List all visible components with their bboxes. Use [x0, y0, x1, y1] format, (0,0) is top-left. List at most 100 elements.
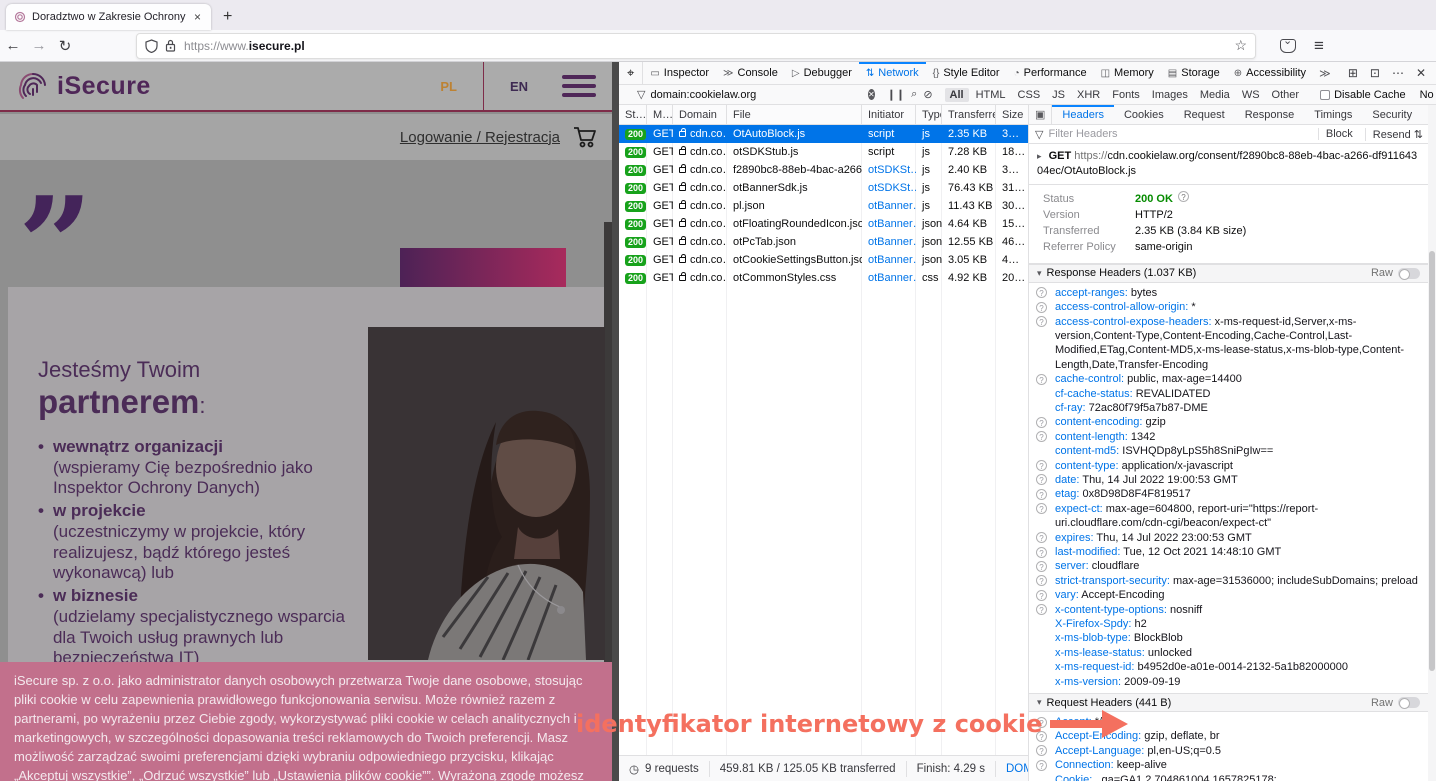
type-filter-pill[interactable]: CSS	[1013, 88, 1046, 102]
header-row[interactable]: ? x-content-type-options: nosniff	[1029, 603, 1428, 617]
request-row[interactable]: 200 GET cdn.co… otSDKStub.js script js 7…	[619, 143, 1028, 161]
header-row[interactable]: ? content-length: 1342	[1029, 430, 1428, 444]
request-row[interactable]: 200 GET cdn.co… otCommonStyles.css otBan…	[619, 269, 1028, 287]
details-tab[interactable]: Timings	[1304, 105, 1362, 124]
header-row[interactable]: ? x-ms-request-id: b4952d0e-a01e-0014-21…	[1029, 660, 1428, 674]
help-icon[interactable]: ?	[1036, 417, 1047, 428]
col-initiator[interactable]: Initiator	[862, 105, 916, 124]
request-row[interactable]: 200 GET cdn.co… OtAutoBlock.js script js…	[619, 125, 1028, 143]
header-row[interactable]: ? access-control-expose-headers: x-ms-re…	[1029, 315, 1428, 373]
raw-toggle[interactable]	[1398, 697, 1420, 708]
help-icon[interactable]: ?	[1036, 431, 1047, 442]
help-icon[interactable]: ?	[1036, 575, 1047, 586]
header-row[interactable]: ? date: Thu, 14 Jul 2022 19:00:53 GMT	[1029, 473, 1428, 487]
header-row[interactable]: ? accept-ranges: bytes	[1029, 286, 1428, 300]
header-row[interactable]: ? x-ms-blob-type: BlockBlob	[1029, 631, 1428, 645]
help-icon[interactable]: ?	[1036, 302, 1047, 313]
header-row[interactable]: ? cf-ray: 72ac80f79f5a7b87-DME	[1029, 401, 1428, 415]
pocket-icon[interactable]	[1280, 39, 1296, 53]
help-icon[interactable]: ?	[1036, 561, 1047, 572]
details-tab[interactable]: Response	[1235, 105, 1305, 124]
back-icon[interactable]: ←	[0, 37, 26, 54]
request-url-line[interactable]: ▸ GET https://cdn.cookielaw.org/consent/…	[1029, 144, 1428, 185]
help-icon[interactable]: ?	[1036, 590, 1047, 601]
search-icon[interactable]: ⌕	[911, 88, 917, 101]
devtools-tab[interactable]: {} Style Editor	[926, 62, 1007, 84]
throttling-select[interactable]: No Throttling ⇅	[1420, 88, 1436, 101]
details-tab[interactable]: Request	[1174, 105, 1235, 124]
header-row[interactable]: ? etag: 0x8D98D8F4F819517	[1029, 487, 1428, 501]
help-icon[interactable]: ?	[1036, 532, 1047, 543]
details-tab[interactable]: Cookies	[1114, 105, 1174, 124]
disable-cache-checkbox[interactable]	[1320, 90, 1330, 100]
devtools-tab[interactable]: ▭ Inspector	[643, 62, 716, 84]
help-icon[interactable]: ?	[1036, 287, 1047, 298]
devtools-tab[interactable]: ◫ Memory	[1094, 62, 1161, 84]
devtools-tab[interactable]: ≫ Console	[716, 62, 785, 84]
col-domain[interactable]: Domain	[673, 105, 727, 124]
header-row[interactable]: ? expires: Thu, 14 Jul 2022 23:00:53 GMT	[1029, 531, 1428, 545]
reload-icon[interactable]: ↻	[52, 37, 78, 55]
help-icon[interactable]: ?	[1036, 374, 1047, 385]
block-request-icon[interactable]: ⊘	[923, 88, 932, 101]
bookmark-star-icon[interactable]: ☆	[1234, 37, 1247, 54]
help-icon[interactable]: ?	[1036, 316, 1047, 327]
raw-toggle[interactable]	[1398, 268, 1420, 279]
help-icon[interactable]: ?	[1036, 474, 1047, 485]
request-row[interactable]: 200 GET cdn.co… otCookieSettingsButton.j…	[619, 251, 1028, 269]
request-row[interactable]: 200 GET cdn.co… f2890bc8-88eb-4bac-a266-…	[619, 161, 1028, 179]
new-tab-button[interactable]: +	[211, 8, 244, 30]
login-register-link[interactable]: Logowanie / Rejestracja	[400, 129, 560, 146]
col-transferred[interactable]: Transferred	[942, 105, 996, 124]
type-filter-pill[interactable]: JS	[1047, 88, 1070, 102]
more-tabs-icon[interactable]: ≫	[1313, 67, 1337, 80]
responsive-mode-icon[interactable]: ⊞	[1348, 66, 1358, 80]
type-filter-pill[interactable]: Images	[1147, 88, 1193, 102]
header-row[interactable]: ? content-md5: ISVHQDp8yLpS5h8SniPgIw==	[1029, 444, 1428, 458]
header-row[interactable]: ? content-encoding: gzip	[1029, 415, 1428, 429]
devtools-splitter[interactable]	[612, 62, 619, 781]
header-row[interactable]: ? vary: Accept-Encoding	[1029, 588, 1428, 602]
header-row[interactable]: ? server: cloudflare	[1029, 559, 1428, 573]
pick-element-icon[interactable]: ⌖	[619, 62, 643, 84]
block-button[interactable]: Block	[1318, 128, 1360, 140]
col-method[interactable]: M…	[647, 105, 673, 124]
shield-icon[interactable]	[145, 39, 158, 53]
separate-window-icon[interactable]: ⊡	[1370, 66, 1380, 80]
details-tab[interactable]: Security	[1362, 105, 1422, 124]
header-row[interactable]: ? expect-ct: max-age=604800, report-uri=…	[1029, 502, 1428, 531]
expander-icon[interactable]: ▸	[1037, 151, 1042, 161]
col-status[interactable]: St…	[619, 105, 647, 124]
forward-icon[interactable]: →	[26, 37, 52, 54]
headers-filter-input[interactable]: Filter Headers	[1048, 128, 1312, 140]
header-row[interactable]: ? Accept-Language: pl,en-US;q=0.5	[1029, 744, 1428, 758]
header-row[interactable]: ? x-ms-version: 2009-09-19	[1029, 675, 1428, 689]
tab-close-icon[interactable]: ×	[192, 10, 203, 24]
lang-pl-button[interactable]: PL	[414, 79, 483, 94]
devtools-close-icon[interactable]: ✕	[1416, 66, 1426, 80]
devtools-tab[interactable]: ▷ Debugger	[785, 62, 859, 84]
help-icon[interactable]: ?	[1036, 503, 1047, 514]
site-logo[interactable]: iSecure	[16, 68, 151, 104]
type-filter-pill[interactable]: XHR	[1072, 88, 1105, 102]
app-menu-icon[interactable]: ≡	[1314, 36, 1324, 56]
type-filter-pill[interactable]: All	[945, 88, 969, 102]
request-row[interactable]: 200 GET cdn.co… pl.json otBanner… js 11.…	[619, 197, 1028, 215]
help-icon[interactable]: ?	[1178, 191, 1189, 202]
help-icon[interactable]: ?	[1036, 547, 1047, 558]
header-row[interactable]: ? content-type: application/x-javascript	[1029, 459, 1428, 473]
devtools-tab[interactable]: ⊕ Accessibility	[1227, 62, 1313, 84]
devtools-tab[interactable]: ◔ Performance	[1007, 62, 1094, 84]
header-row[interactable]: ? access-control-allow-origin: *	[1029, 300, 1428, 314]
header-row[interactable]: ? Connection: keep-alive	[1029, 758, 1428, 772]
header-row[interactable]: ? X-Firefox-Spdy: h2	[1029, 617, 1428, 631]
type-filter-pill[interactable]: Media	[1195, 88, 1235, 102]
help-icon[interactable]: ?	[1036, 760, 1047, 771]
type-filter-pill[interactable]: Other	[1267, 88, 1305, 102]
help-icon[interactable]: ?	[1036, 745, 1047, 756]
type-filter-pill[interactable]: Fonts	[1107, 88, 1145, 102]
header-row[interactable]: ? strict-transport-security: max-age=315…	[1029, 574, 1428, 588]
header-row[interactable]: ? Cookie: _ga=GA1.2.704861004.1657825178…	[1029, 773, 1428, 781]
request-row[interactable]: 200 GET cdn.co… otPcTab.json otBanner… j…	[619, 233, 1028, 251]
col-type[interactable]: Type	[916, 105, 942, 124]
